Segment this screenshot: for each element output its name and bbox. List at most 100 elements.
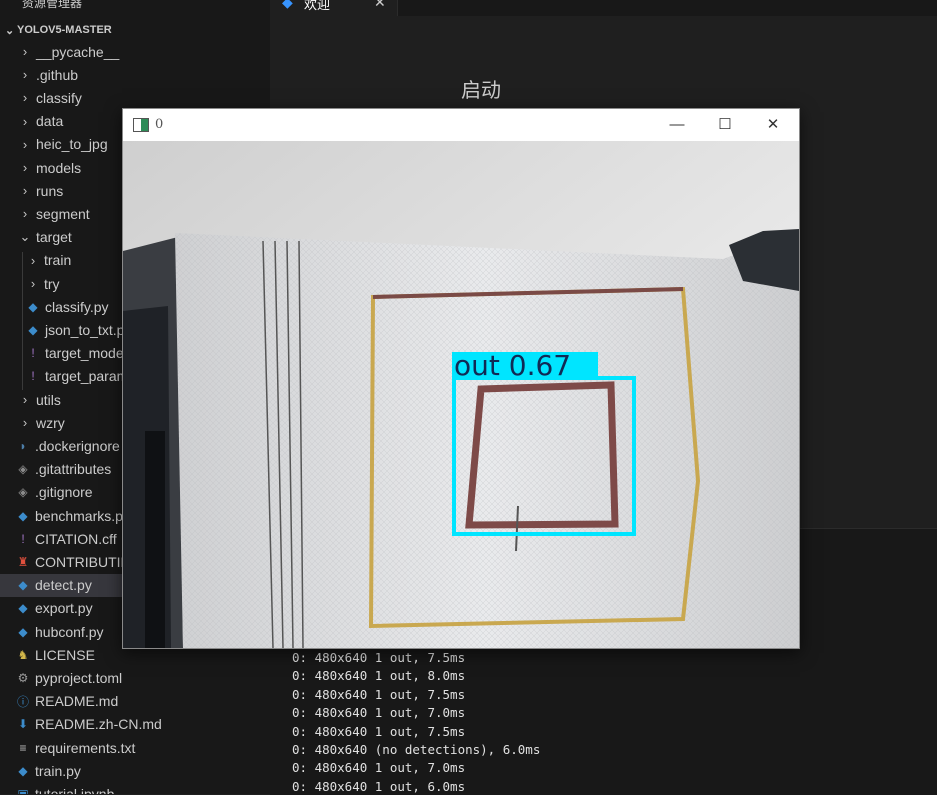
tree-item-label: tutorial.ipynb xyxy=(35,785,115,794)
chevron-down-icon: ⌄ xyxy=(5,24,15,37)
yaml-file-icon: ! xyxy=(21,531,25,546)
project-title: YOLOV5-MASTER xyxy=(17,24,112,36)
camera-frame-image: out 0.67 xyxy=(123,141,799,648)
tree-item-label: detect.py xyxy=(35,577,92,594)
tab-welcome[interactable]: ◆ 欢迎 ✕ xyxy=(270,0,398,16)
python-file-icon: ◆ xyxy=(18,763,28,778)
maximize-button[interactable]: ☐ xyxy=(705,113,745,137)
tree-item-label: .github xyxy=(36,66,79,83)
tree-item-label: classify xyxy=(36,89,82,106)
tree-item-label: wzry xyxy=(36,414,65,431)
tree-item-label: requirements.txt xyxy=(35,739,136,756)
docker-file-icon: ◗ xyxy=(19,438,27,453)
app-icon xyxy=(133,118,149,132)
terminal-line: 0: 480x640 1 out, 7.0ms xyxy=(292,705,466,721)
opencv-window[interactable]: 0 — ☐ ✕ out 0.67 xyxy=(122,108,800,649)
yaml-file-icon: ! xyxy=(31,346,35,361)
tree-item-label: runs xyxy=(36,182,64,199)
tree-item-label: target xyxy=(36,229,72,246)
chevron-right-icon: › xyxy=(22,113,28,129)
tree-item-label: .gitattributes xyxy=(35,461,112,478)
markdown-file-icon: ⬇ xyxy=(17,717,29,732)
tree-item[interactable]: ≡ requirements.txt xyxy=(0,736,270,759)
terminal-line: 0: 480x640 1 out, 7.5ms xyxy=(292,686,466,702)
chevron-right-icon: › xyxy=(22,67,28,83)
explorer-header: 资源管理器 xyxy=(22,0,83,10)
tree-item-label: utils xyxy=(36,391,61,408)
project-section-header[interactable]: ⌄ YOLOV5-MASTER xyxy=(0,19,270,41)
chevron-right-icon: › xyxy=(30,276,36,291)
text-file-icon: ≡ xyxy=(19,740,27,755)
contributing-file-icon: ♜ xyxy=(17,554,29,569)
tree-item-label: heic_to_jpg xyxy=(36,136,108,153)
terminal-line: 0: 480x640 1 out, 6.0ms xyxy=(292,778,466,794)
dark-pole xyxy=(145,431,165,648)
terminal-line: 0: 480x640 1 out, 7.0ms xyxy=(292,760,466,776)
gear-icon: ⚙ xyxy=(17,670,29,685)
terminal-line: 0: 480x640 1 out, 7.5ms xyxy=(292,723,466,739)
python-file-icon: ◆ xyxy=(18,601,28,616)
chevron-right-icon: › xyxy=(22,415,28,431)
tree-item-label: data xyxy=(36,113,64,130)
close-button[interactable]: ✕ xyxy=(753,113,793,137)
python-file-icon: ◆ xyxy=(28,322,38,337)
python-file-icon: ◆ xyxy=(18,508,28,523)
tree-item-label: target_model xyxy=(45,345,127,362)
tree-item-label: __pycache__ xyxy=(36,43,120,60)
git-file-icon: ◈ xyxy=(18,462,28,477)
tree-item-label: pyproject.toml xyxy=(35,669,123,686)
tree-item-label: .dockerignore xyxy=(35,437,120,454)
python-file-icon: ◆ xyxy=(18,578,28,593)
tree-item-label: export.py xyxy=(35,600,93,617)
license-file-icon: ♞ xyxy=(17,647,29,662)
notebook-file-icon: ▣ xyxy=(17,786,29,794)
tree-item-label: models xyxy=(36,159,82,176)
minimize-button[interactable]: — xyxy=(657,113,697,137)
tree-item[interactable]: › .github xyxy=(0,63,270,86)
tree-item-label: train.py xyxy=(35,762,81,779)
close-icon[interactable]: ✕ xyxy=(374,0,386,11)
git-file-icon: ◈ xyxy=(18,485,28,500)
chevron-right-icon: › xyxy=(22,90,28,106)
tree-item-label: target_param xyxy=(45,368,129,385)
tree-item-label: train xyxy=(44,252,72,269)
terminal-line: 0: 480x640 1 out, 7.5ms xyxy=(292,650,466,665)
chevron-right-icon: › xyxy=(30,252,36,268)
tree-item-label: LICENSE xyxy=(35,646,95,663)
python-file-icon: ◆ xyxy=(28,299,38,314)
info-icon: ⓘ xyxy=(16,694,29,709)
tree-item[interactable]: ⚙ pyproject.toml xyxy=(0,666,270,689)
tree-item-label: json_to_txt.py xyxy=(45,321,132,338)
chevron-right-icon: › xyxy=(22,183,28,199)
python-file-icon: ◆ xyxy=(18,624,28,639)
vscode-icon: ◆ xyxy=(282,0,293,10)
tree-item-label: README.md xyxy=(35,693,119,710)
tree-item-label: hubconf.py xyxy=(35,623,104,640)
chevron-right-icon: › xyxy=(22,392,28,407)
window-titlebar[interactable]: 0 — ☐ ✕ xyxy=(123,109,799,141)
chevron-right-icon: › xyxy=(22,206,28,222)
tree-item-label: classify.py xyxy=(45,298,109,315)
yaml-file-icon: ! xyxy=(31,369,35,384)
tree-item[interactable]: ⓘ README.md xyxy=(0,690,270,713)
tree-item[interactable]: › __pycache__ xyxy=(0,40,270,63)
tree-item-label: .gitignore xyxy=(35,484,93,501)
tree-item-label: segment xyxy=(36,205,90,222)
tree-item-label: benchmarks.py xyxy=(35,507,130,524)
tree-item[interactable]: ▣ tutorial.ipynb xyxy=(0,782,270,794)
chevron-down-icon: ⌄ xyxy=(19,229,31,245)
tree-item[interactable]: › classify xyxy=(0,86,270,109)
chevron-right-icon: › xyxy=(22,160,28,175)
tree-item-label: try xyxy=(44,275,60,292)
welcome-start-heading: 启动 xyxy=(461,78,501,102)
terminal-line: 0: 480x640 1 out, 8.0ms xyxy=(292,668,466,684)
tree-item[interactable]: ⬇ README.zh-CN.md xyxy=(0,713,270,736)
chevron-right-icon: › xyxy=(22,136,28,152)
terminal-line: 0: 480x640 (no detections), 6.0ms xyxy=(292,742,541,757)
tree-item[interactable]: ◆ train.py xyxy=(0,759,270,782)
detection-label: out 0.67 xyxy=(454,349,571,382)
tree-item-label: CITATION.cff xyxy=(35,530,117,547)
tab-label: 欢迎 xyxy=(304,0,331,12)
window-title: 0 xyxy=(155,117,164,132)
chevron-right-icon: › xyxy=(22,44,28,59)
